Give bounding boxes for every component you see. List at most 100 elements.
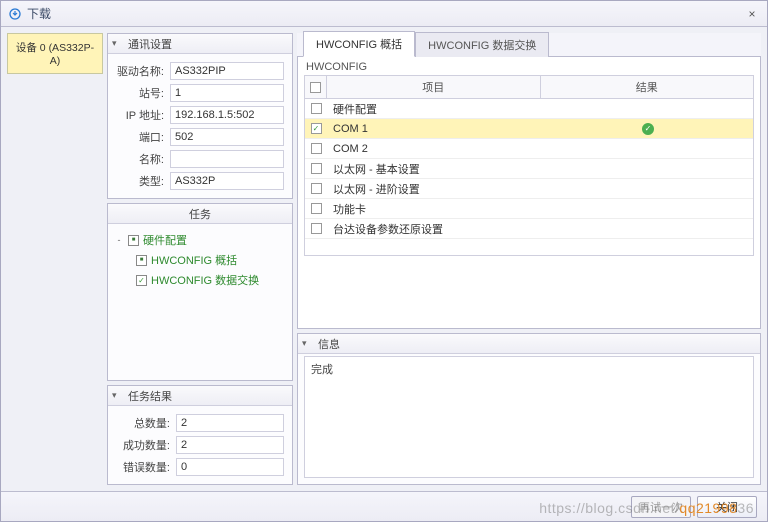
label-name: 名称: — [116, 151, 166, 167]
collapse-icon[interactable]: ▾ — [112, 390, 117, 401]
row-name: 名称: — [116, 148, 284, 170]
info-content: 完成 — [304, 356, 754, 478]
tree-item-overview[interactable]: HWCONFIG 概括 — [136, 250, 286, 270]
comm-settings-body: 驱动名称:AS332PIP 站号:1 IP 地址:192.168.1.5:502… — [108, 54, 292, 198]
device-chip[interactable]: 设备 0 (AS332P-A) — [7, 33, 103, 74]
value-port[interactable]: 502 — [170, 128, 284, 146]
table-row[interactable]: 功能卡 — [305, 199, 753, 219]
row-checkbox-cell[interactable] — [305, 203, 327, 214]
label-driver-name: 驱动名称: — [116, 63, 166, 79]
row-checkbox-cell[interactable] — [305, 183, 327, 194]
tree-root[interactable]: - 硬件配置 — [114, 230, 286, 250]
task-tree: - 硬件配置 HWCONFIG 概括 HWCONFIG 数据交换 — [108, 224, 292, 380]
row-checkbox-cell[interactable] — [305, 223, 327, 234]
tree-checkbox[interactable] — [136, 255, 147, 266]
value-station[interactable]: 1 — [170, 84, 284, 102]
window-title: 下载 — [27, 5, 51, 22]
tab-hwconfig-overview[interactable]: HWCONFIG 概括 — [303, 31, 415, 57]
checkbox-icon[interactable] — [311, 223, 322, 234]
panel-title: 任务结果 — [128, 388, 172, 404]
grid-header-result: 结果 — [541, 76, 754, 98]
table-row[interactable]: COM 2 — [305, 139, 753, 159]
label-error: 错误数量: — [116, 459, 172, 475]
tab-content: HWCONFIG 项目 结果 硬件配置✓COM 1✓COM 2以太网 - 基本设… — [297, 57, 761, 329]
label-total: 总数量: — [116, 415, 172, 431]
tree-checkbox[interactable] — [128, 235, 139, 246]
label-success: 成功数量: — [116, 437, 172, 453]
dialog-footer: 再试一次 关闭 — [1, 491, 767, 521]
tree-expand-icon[interactable]: - — [114, 235, 124, 245]
row-total: 总数量:2 — [116, 412, 284, 434]
tree-item-label: HWCONFIG 数据交换 — [151, 272, 259, 288]
row-port: 端口:502 — [116, 126, 284, 148]
value-name[interactable] — [170, 150, 284, 168]
row-item-label: COM 2 — [327, 143, 543, 155]
tab-bar: HWCONFIG 概括 HWCONFIG 数据交换 — [297, 33, 761, 57]
row-checkbox-cell[interactable] — [305, 163, 327, 174]
grid-header-item: 项目 — [327, 76, 541, 98]
tree-root-label: 硬件配置 — [143, 232, 187, 248]
row-station: 站号:1 — [116, 82, 284, 104]
row-error: 错误数量:0 — [116, 456, 284, 478]
row-item-label: 台达设备参数还原设置 — [327, 221, 543, 237]
tree-children: HWCONFIG 概括 HWCONFIG 数据交换 — [114, 250, 286, 290]
tree-item-label: HWCONFIG 概括 — [151, 252, 237, 268]
close-button[interactable]: 关闭 — [697, 496, 757, 518]
table-row[interactable]: 台达设备参数还原设置 — [305, 219, 753, 239]
row-checkbox-cell[interactable] — [305, 103, 327, 114]
close-icon[interactable]: × — [745, 7, 759, 21]
tree-item-exchange[interactable]: HWCONFIG 数据交换 — [136, 270, 286, 290]
row-driver-name: 驱动名称:AS332PIP — [116, 60, 284, 82]
table-row[interactable]: 以太网 - 进阶设置 — [305, 179, 753, 199]
grid-header-checkbox[interactable] — [305, 76, 327, 98]
checkbox-icon[interactable] — [311, 103, 322, 114]
row-item-label: 硬件配置 — [327, 101, 543, 117]
collapse-icon[interactable]: ▾ — [112, 38, 117, 49]
checkbox-icon[interactable] — [311, 143, 322, 154]
tab-hwconfig-exchange[interactable]: HWCONFIG 数据交换 — [415, 32, 549, 57]
success-icon: ✓ — [642, 123, 654, 135]
collapse-icon[interactable]: ▾ — [302, 338, 307, 349]
table-row[interactable]: 硬件配置 — [305, 99, 753, 119]
value-ip[interactable]: 192.168.1.5:502 — [170, 106, 284, 124]
table-row[interactable]: 以太网 - 基本设置 — [305, 159, 753, 179]
grid-container: HWCONFIG 概括 HWCONFIG 数据交换 HWCONFIG 项目 结果… — [297, 33, 761, 329]
checkbox-icon[interactable] — [311, 203, 322, 214]
titlebar-left: 下载 — [9, 5, 51, 22]
row-checkbox-cell[interactable] — [305, 143, 327, 154]
right-column: HWCONFIG 概括 HWCONFIG 数据交换 HWCONFIG 项目 结果… — [297, 33, 761, 485]
label-port: 端口: — [116, 129, 166, 145]
label-station: 站号: — [116, 85, 166, 101]
device-column: 设备 0 (AS332P-A) — [7, 33, 103, 485]
row-ip: IP 地址:192.168.1.5:502 — [116, 104, 284, 126]
panel-title: 信息 — [318, 336, 340, 352]
label-ip: IP 地址: — [116, 107, 166, 123]
task-header: 任务 — [108, 204, 292, 224]
hwconfig-grid: 项目 结果 硬件配置 ✓COM 1✓ COM 2 以太网 - 基本设置以太网 - 进阶… — [304, 75, 754, 256]
value-type[interactable]: AS332P — [170, 172, 284, 190]
results-header: ▾ 任务结果 — [108, 386, 292, 406]
download-dialog: 下载 × 设备 0 (AS332P-A) ▾ 通讯设置 驱动名称:AS332PI… — [0, 0, 768, 522]
download-icon — [9, 8, 21, 20]
results-body: 总数量:2 成功数量:2 错误数量:0 — [108, 406, 292, 484]
value-total: 2 — [176, 414, 284, 432]
value-error: 0 — [176, 458, 284, 476]
panel-title: 任务 — [189, 206, 211, 222]
table-row[interactable]: ✓COM 1✓ — [305, 119, 753, 139]
value-success: 2 — [176, 436, 284, 454]
dialog-body: 设备 0 (AS332P-A) ▾ 通讯设置 驱动名称:AS332PIP 站号:… — [1, 27, 767, 491]
row-result-cell: ✓ — [543, 122, 753, 135]
tree-checkbox[interactable] — [136, 275, 147, 286]
row-success: 成功数量:2 — [116, 434, 284, 456]
checkbox-icon[interactable] — [311, 163, 322, 174]
row-type: 类型:AS332P — [116, 170, 284, 192]
checkbox-icon[interactable]: ✓ — [311, 123, 322, 134]
task-panel: 任务 - 硬件配置 HWCONFIG 概括 — [107, 203, 293, 381]
checkbox-icon[interactable] — [311, 183, 322, 194]
row-checkbox-cell[interactable]: ✓ — [305, 123, 327, 134]
info-header: ▾ 信息 — [298, 334, 760, 354]
grid-body[interactable]: 硬件配置 ✓COM 1✓ COM 2 以太网 - 基本设置以太网 - 进阶设置功能卡台… — [305, 99, 753, 255]
value-driver-name[interactable]: AS332PIP — [170, 62, 284, 80]
row-item-label: 功能卡 — [327, 201, 543, 217]
retry-button[interactable]: 再试一次 — [631, 496, 691, 518]
